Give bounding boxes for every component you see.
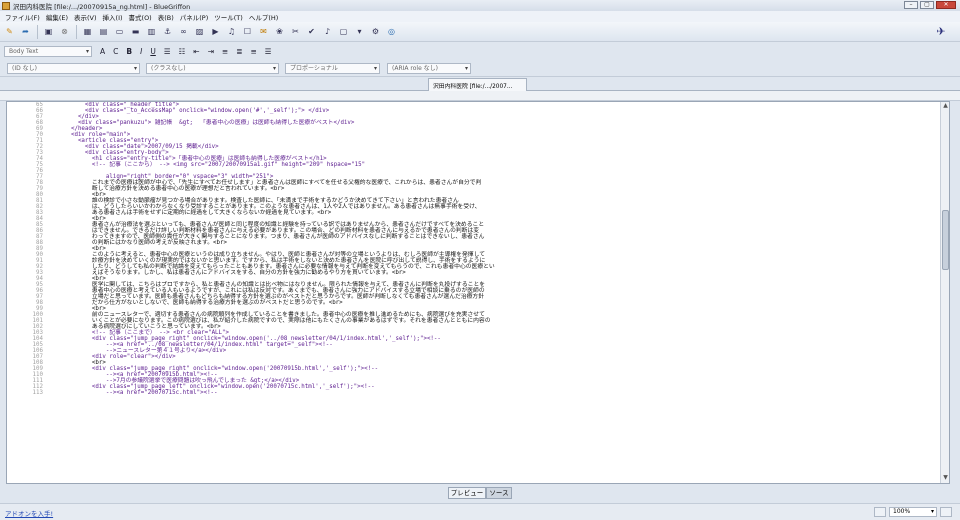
status-bar: アドオンを入手! 100% (0, 503, 960, 520)
source-mode-tab[interactable]: ソース (486, 487, 512, 499)
align-justify-icon[interactable]: ☰ (265, 47, 272, 56)
spellcheck-icon[interactable]: ✔ (306, 26, 317, 37)
main-toolbar: ✎ ➦ ▣ ⊗ ▦ ▤ ▭ ▬ ▥ ⚓ ∞ ▨ ▶ ♫ ☐ ✉ ❀ ✂ ✔ ♪ … (0, 22, 960, 42)
attribute-toolbar: (ID なし) (クラスなし) プロポーショナル (ARIA role なし) (0, 60, 960, 77)
underline-button[interactable]: U (150, 47, 156, 56)
new-document-icon[interactable]: ✎ (4, 26, 15, 37)
menu-panels[interactable]: パネル(P) (177, 12, 212, 22)
status-indicator-icon (874, 507, 886, 517)
preview-mode-tab[interactable]: プレビュー (448, 487, 486, 499)
menu-format[interactable]: 書式(O) (126, 12, 155, 22)
comment-icon[interactable]: ✉ (258, 26, 269, 37)
code-text: --><a href="20070715c.html"><!-- (57, 390, 218, 396)
unordered-list-icon[interactable]: ☰ (164, 47, 171, 56)
scroll-down-icon[interactable]: ▼ (941, 474, 949, 483)
source-editor[interactable]: 65 <div class="_header_title"> 66 <div cl… (6, 101, 950, 484)
outdent-icon[interactable]: ⇤ (193, 47, 199, 56)
video-icon[interactable]: ▶ (210, 26, 221, 37)
close-button[interactable]: ✕ (936, 1, 956, 9)
menu-view[interactable]: 表示(V) (71, 12, 100, 22)
anchor-icon[interactable]: ⚓ (162, 26, 173, 37)
font-size-decrease-icon[interactable]: A (100, 47, 105, 56)
title-bar: 沢田内科医院 [file:/.../20070915a_ng.html] - B… (0, 0, 960, 11)
mode-bar: プレビュー ソース (0, 485, 960, 502)
audio-icon[interactable]: ♫ (226, 26, 237, 37)
menu-table[interactable]: 表(B) (155, 12, 177, 22)
music-icon[interactable]: ♪ (322, 26, 333, 37)
css-icon[interactable]: ❀ (274, 26, 285, 37)
bold-button[interactable]: B (126, 47, 132, 56)
html-element-icon[interactable]: ▢ (338, 26, 349, 37)
clear-format-button[interactable]: C (113, 47, 118, 56)
fold-gutter (47, 390, 57, 396)
bluegriffon-logo-icon: ✈ (936, 25, 946, 38)
dropdown-chevron-icon[interactable]: ▾ (354, 26, 365, 37)
window-title: 沢田内科医院 [file:/.../20070915a_ng.html] - B… (13, 2, 191, 11)
vertical-scrollbar[interactable]: ▲ ▼ (940, 102, 949, 483)
settings-icon[interactable]: ⚙ (370, 26, 381, 37)
italic-button[interactable]: I (140, 47, 142, 56)
align-left-icon[interactable]: ≡ (222, 47, 228, 56)
id-select[interactable]: (ID なし) (7, 62, 140, 74)
format-toolbar: Body Text A C B I U ☰ ☷ ⇤ ⇥ ≡ ≣ ≡ ☰ (0, 42, 960, 60)
open-document-icon[interactable]: ➦ (20, 26, 31, 37)
menu-edit[interactable]: 編集(E) (43, 12, 71, 22)
class-select[interactable]: (クラスなし) (146, 62, 279, 74)
menu-file[interactable]: ファイル(F) (2, 12, 43, 22)
menu-tools[interactable]: ツール(T) (211, 12, 246, 22)
app-icon (2, 1, 10, 10)
maximize-button[interactable]: ▢ (920, 1, 934, 9)
minimize-button[interactable]: – (904, 1, 918, 9)
indent-icon[interactable]: ⇥ (208, 47, 214, 56)
script-icon[interactable]: ✂ (290, 26, 301, 37)
image-icon[interactable]: ▨ (194, 26, 205, 37)
scroll-up-icon[interactable]: ▲ (941, 102, 949, 111)
ordered-list-icon[interactable]: ☷ (179, 47, 186, 56)
font-family-select[interactable]: プロポーショナル (285, 62, 380, 74)
get-addons-link[interactable]: アドオンを入手! (5, 508, 53, 518)
aria-role-select[interactable]: (ARIA role なし) (387, 62, 471, 74)
toolbar-separator (76, 24, 77, 39)
insert-table-icon[interactable]: ▦ (82, 26, 93, 37)
stop-icon[interactable]: ⊗ (59, 26, 70, 37)
menu-bar: ファイル(F) 編集(E) 表示(V) 挿入(I) 書式(O) 表(B) パネル… (0, 11, 960, 22)
insert-section-icon[interactable]: ▤ (98, 26, 109, 37)
scroll-thumb[interactable] (942, 210, 949, 270)
align-right-icon[interactable]: ≡ (250, 47, 256, 56)
menu-help[interactable]: ヘルプ(H) (246, 12, 281, 22)
save-icon[interactable]: ▣ (43, 26, 54, 37)
align-center-icon[interactable]: ≣ (236, 47, 242, 56)
insert-footer-icon[interactable]: ▬ (130, 26, 141, 37)
line-number: 113 (7, 390, 47, 396)
structure-bar (0, 91, 960, 101)
toolbar-separator (37, 24, 38, 39)
paragraph-format-select[interactable]: Body Text (4, 45, 92, 57)
browser-preview-icon[interactable]: ◎ (386, 26, 397, 37)
link-icon[interactable]: ∞ (178, 26, 189, 37)
zoom-select[interactable]: 100% (889, 507, 937, 517)
code-lines: 65 <div class="_header_title"> 66 <div cl… (7, 102, 949, 396)
form-icon[interactable]: ☐ (242, 26, 253, 37)
resize-grip-icon (940, 507, 952, 517)
document-tab[interactable]: 沢田内科医院 [file:/.../2007... (428, 78, 527, 91)
menu-insert[interactable]: 挿入(I) (100, 12, 126, 22)
insert-header-icon[interactable]: ▭ (114, 26, 125, 37)
document-tabstrip: 沢田内科医院 [file:/.../2007... (0, 77, 960, 91)
insert-aside-icon[interactable]: ▥ (146, 26, 157, 37)
code-line[interactable]: 113 --><a href="20070715c.html"><!-- (7, 390, 949, 396)
